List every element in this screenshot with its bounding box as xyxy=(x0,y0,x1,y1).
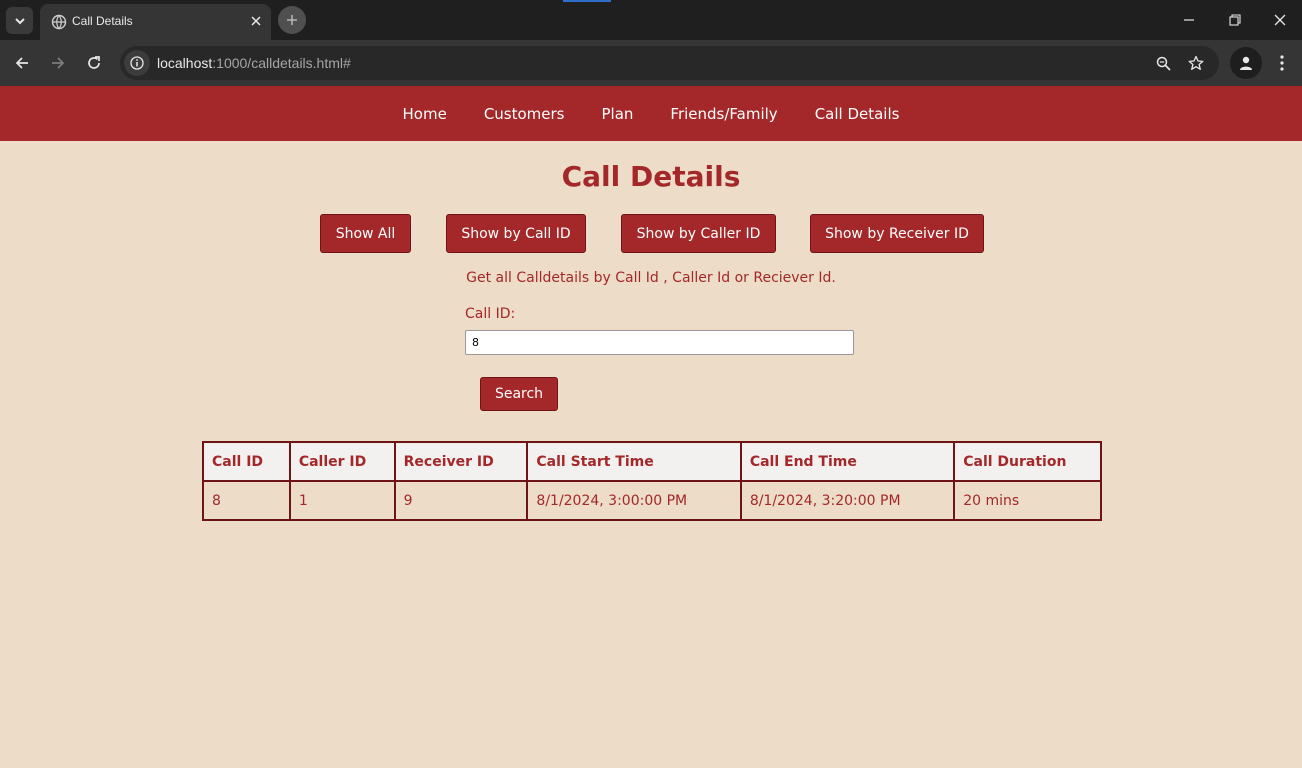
cell-call-duration: 20 mins xyxy=(953,480,1102,521)
show-all-button[interactable]: Show All xyxy=(320,214,411,253)
site-info-icon[interactable] xyxy=(124,50,150,76)
globe-icon xyxy=(51,14,67,30)
show-by-call-id-button[interactable]: Show by Call ID xyxy=(446,214,586,253)
page-title: Call Details xyxy=(561,160,741,193)
cell-call-start-time: 8/1/2024, 3:00:00 PM xyxy=(526,480,742,521)
url-host: localhost xyxy=(157,55,213,71)
nav-customers[interactable]: Customers xyxy=(465,105,583,123)
filter-button-row: Show All Show by Call ID Show by Caller … xyxy=(0,214,1302,253)
call-id-label: Call ID: xyxy=(465,306,516,322)
tab-title: Call Details xyxy=(72,14,133,28)
nav-plan[interactable]: Plan xyxy=(583,105,652,123)
zoom-icon[interactable] xyxy=(1152,52,1174,74)
tab-search-button[interactable] xyxy=(6,7,33,34)
page-description: Get all Calldetails by Call Id , Caller … xyxy=(466,270,836,286)
back-arrow-icon[interactable] xyxy=(10,51,34,75)
cell-receiver-id: 9 xyxy=(393,480,529,521)
close-window-icon[interactable] xyxy=(1268,8,1292,32)
browser-toolbar: localhost:1000/calldetails.html# xyxy=(0,40,1302,86)
bookmark-star-icon[interactable] xyxy=(1185,52,1207,74)
cell-call-end-time: 8/1/2024, 3:20:00 PM xyxy=(739,480,956,521)
cell-caller-id: 1 xyxy=(288,480,396,521)
header-call-end-time: Call End Time xyxy=(739,441,956,482)
kebab-menu-icon[interactable] xyxy=(1272,51,1292,75)
restore-icon[interactable] xyxy=(1223,8,1247,32)
call-details-table: Call ID Caller ID Receiver ID Call Start… xyxy=(202,441,1102,521)
call-id-input[interactable] xyxy=(465,330,854,355)
site-navbar: Home Customers Plan Friends/Family Call … xyxy=(0,86,1302,141)
address-bar[interactable]: localhost:1000/calldetails.html# xyxy=(120,46,1219,80)
reload-icon[interactable] xyxy=(82,51,106,75)
nav-call-details[interactable]: Call Details xyxy=(796,105,918,123)
tab-strip-accent xyxy=(563,0,611,2)
header-call-duration: Call Duration xyxy=(953,441,1102,482)
profile-avatar-icon[interactable] xyxy=(1230,47,1262,79)
header-caller-id: Caller ID xyxy=(288,441,396,482)
new-tab-button[interactable] xyxy=(278,6,306,34)
minimize-icon[interactable] xyxy=(1177,8,1201,32)
plus-icon xyxy=(287,15,297,25)
chevron-down-icon xyxy=(14,17,25,24)
search-button[interactable]: Search xyxy=(480,377,558,411)
table-row: 8 1 9 8/1/2024, 3:00:00 PM 8/1/2024, 3:2… xyxy=(202,480,1102,521)
tab-close-icon[interactable] xyxy=(248,13,264,29)
url-path: :1000/calldetails.html# xyxy=(212,55,351,71)
table-header-row: Call ID Caller ID Receiver ID Call Start… xyxy=(202,441,1102,482)
header-call-id: Call ID xyxy=(202,441,291,482)
nav-friends-family[interactable]: Friends/Family xyxy=(652,105,796,123)
header-receiver-id: Receiver ID xyxy=(393,441,529,482)
header-call-start-time: Call Start Time xyxy=(526,441,742,482)
browser-tab-bar: Call Details xyxy=(0,0,1302,40)
nav-home[interactable]: Home xyxy=(384,105,465,123)
show-by-caller-id-button[interactable]: Show by Caller ID xyxy=(621,214,776,253)
cell-call-id: 8 xyxy=(202,480,291,521)
browser-tab[interactable]: Call Details xyxy=(40,4,271,40)
show-by-receiver-id-button[interactable]: Show by Receiver ID xyxy=(810,214,984,253)
url-text: localhost:1000/calldetails.html# xyxy=(157,55,351,71)
forward-arrow-icon[interactable] xyxy=(46,51,70,75)
